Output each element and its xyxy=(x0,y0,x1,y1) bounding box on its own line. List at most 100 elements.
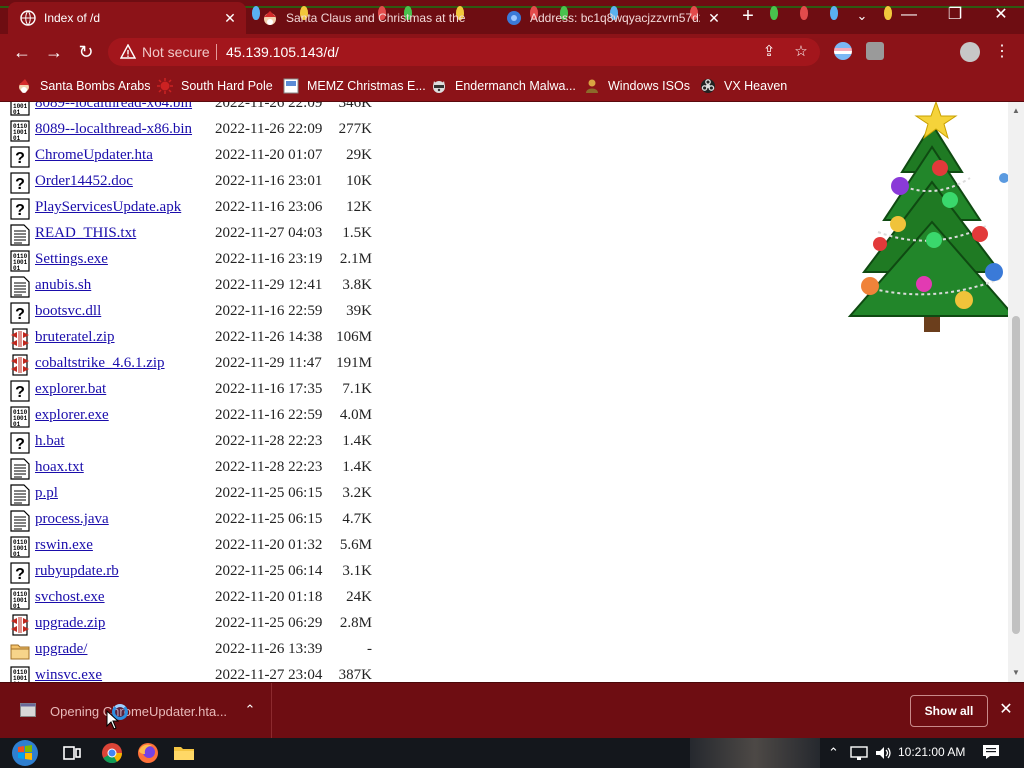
tray-chevron-icon[interactable]: ⌃ xyxy=(828,745,839,761)
file-link[interactable]: Settings.exe xyxy=(35,251,108,268)
file-link[interactable]: PlayServicesUpdate.apk xyxy=(35,199,181,216)
file-link[interactable]: hoax.txt xyxy=(35,459,84,476)
globe-icon xyxy=(20,10,36,26)
show-all-downloads-button[interactable]: Show all xyxy=(910,695,988,727)
share-icon[interactable]: ⇪ xyxy=(760,43,778,61)
security-label[interactable]: Not secure xyxy=(142,44,210,60)
file-link[interactable]: p.pl xyxy=(35,485,58,502)
file-link[interactable]: 8089--localthread-x64.bin xyxy=(35,102,192,112)
file-size: - xyxy=(367,641,372,657)
extension-s-icon[interactable] xyxy=(866,42,884,60)
minimize-button[interactable]: — xyxy=(886,0,932,30)
file-link[interactable]: 8089--localthread-x86.bin xyxy=(35,121,192,138)
file-date: 2022-11-29 12:41 xyxy=(215,277,323,293)
file-link[interactable]: cobaltstrike_4.6.1.zip xyxy=(35,355,165,372)
table-row: ? Order14452.doc 2022-11-16 23:01 10K xyxy=(0,169,400,195)
volume-icon[interactable] xyxy=(874,745,892,761)
file-link[interactable]: anubis.sh xyxy=(35,277,91,294)
task-view-icon[interactable] xyxy=(60,741,84,765)
notification-center-icon[interactable] xyxy=(982,744,1000,760)
close-window-button[interactable]: ✕ xyxy=(978,0,1024,30)
tab-search-button[interactable]: ⌄ xyxy=(852,6,872,26)
file-link[interactable]: Order14452.doc xyxy=(35,173,133,190)
scroll-down-icon[interactable]: ▼ xyxy=(1011,668,1021,677)
new-tab-button[interactable]: + xyxy=(738,5,758,27)
close-downloads-bar-button[interactable]: ✕ xyxy=(996,699,1016,721)
bookmark-vx-heaven[interactable]: VX Heaven xyxy=(700,76,787,96)
file-link[interactable]: svchost.exe xyxy=(35,589,105,606)
file-date: 2022-11-25 06:29 xyxy=(215,615,323,631)
bookmark-memz-christmas[interactable]: MEMZ Christmas E... xyxy=(283,76,426,96)
forward-button[interactable]: → xyxy=(42,40,66,64)
file-date: 2022-11-26 22:09 xyxy=(215,121,323,137)
file-size: 191M xyxy=(336,355,372,371)
bookmarks-bar: Santa Bombs Arabs South Hard Pole MEMZ C… xyxy=(0,70,1024,102)
table-row: 01 10 10 01 01 svchost.exe 2022-11-20 01:18 24K xyxy=(0,585,400,611)
tab-close-icon[interactable]: ✕ xyxy=(222,10,238,26)
bookmark-label: MEMZ Christmas E... xyxy=(307,79,426,93)
maximize-button[interactable]: ❐ xyxy=(932,0,978,30)
url-text[interactable]: 45.139.105.143/d/ xyxy=(226,44,339,60)
compressed-file-icon xyxy=(10,614,30,636)
windows-taskbar: ⌃ 10:21:00 AM xyxy=(0,738,1024,768)
svg-text:?: ? xyxy=(15,150,25,167)
bookmark-star-icon[interactable]: ☆ xyxy=(792,43,810,61)
profile-avatar[interactable] xyxy=(960,42,980,62)
file-link[interactable]: rubyupdate.rb xyxy=(35,563,119,580)
file-link[interactable]: upgrade/ xyxy=(35,641,87,658)
file-size: 1.4K xyxy=(342,433,372,449)
unknown-file-icon: ? xyxy=(10,172,30,194)
download-item-chromeupdater[interactable]: Opening ChromeUpdater.hta... ⌃ xyxy=(0,683,272,739)
tab-index-of-d[interactable]: Index of /d ✕ xyxy=(8,2,246,34)
tab-close-icon[interactable]: ✕ xyxy=(706,10,722,26)
bookmark-endermanch[interactable]: Endermanch Malwa... xyxy=(431,76,576,96)
file-link[interactable]: bruteratel.zip xyxy=(35,329,115,346)
file-link[interactable]: bootsvc.dll xyxy=(35,303,101,320)
table-row: p.pl 2022-11-25 06:15 3.2K xyxy=(0,481,400,507)
file-link[interactable]: explorer.exe xyxy=(35,407,109,424)
file-link[interactable]: ChromeUpdater.hta xyxy=(35,147,153,164)
table-row: ? ChromeUpdater.hta 2022-11-20 01:07 29K xyxy=(0,143,400,169)
file-link[interactable]: READ_THIS.txt xyxy=(35,225,136,242)
table-row: ? rubyupdate.rb 2022-11-25 06:14 3.1K xyxy=(0,559,400,585)
reload-button[interactable]: ↻ xyxy=(74,40,98,64)
vertical-scrollbar[interactable]: ▲ ▼ xyxy=(1008,102,1024,682)
unknown-file-icon: ? xyxy=(10,432,30,454)
file-size: 3.1K xyxy=(342,563,372,579)
start-button-icon[interactable] xyxy=(4,738,46,768)
bookmark-santa-bombs-arabs[interactable]: Santa Bombs Arabs xyxy=(16,76,150,96)
file-link[interactable]: process.java xyxy=(35,511,109,528)
chrome-icon[interactable] xyxy=(100,741,124,765)
firefox-icon[interactable] xyxy=(136,741,160,765)
file-link[interactable]: h.bat xyxy=(35,433,65,450)
svg-text:01: 01 xyxy=(20,545,28,552)
download-options-chevron-icon[interactable]: ⌃ xyxy=(242,701,258,719)
file-size: 10K xyxy=(346,173,372,189)
page-icon xyxy=(283,78,299,94)
bookmark-windows-isos[interactable]: Windows ISOs xyxy=(584,76,690,96)
file-date: 2022-11-16 22:59 xyxy=(215,407,323,423)
bookmark-south-hard-pole[interactable]: South Hard Pole xyxy=(157,76,273,96)
compressed-file-icon xyxy=(10,354,30,376)
scroll-up-icon[interactable]: ▲ xyxy=(1011,106,1021,115)
tab-address[interactable]: Address: bc1q8wqyacjzzvrn57d2 ✕ xyxy=(494,2,730,34)
network-icon[interactable] xyxy=(850,745,868,761)
chrome-menu-button[interactable]: ⋮ xyxy=(994,41,1010,63)
back-button[interactable]: ← xyxy=(10,40,34,64)
file-link[interactable]: upgrade.zip xyxy=(35,615,105,632)
svg-text:?: ? xyxy=(15,306,25,323)
file-link[interactable]: winsvc.exe xyxy=(35,667,102,682)
system-clock[interactable]: 10:21:00 AM xyxy=(898,745,965,759)
warning-icon[interactable] xyxy=(120,44,136,60)
file-link[interactable]: explorer.bat xyxy=(35,381,106,398)
svg-text:01: 01 xyxy=(13,551,21,558)
file-explorer-icon[interactable] xyxy=(172,741,196,765)
address-bar[interactable]: Not secure 45.139.105.143/d/ ⇪ ☆ xyxy=(108,38,820,66)
table-row: 01 10 10 01 01 explorer.exe 2022-11-16 22:59 4.… xyxy=(0,403,400,429)
file-link[interactable]: rswin.exe xyxy=(35,537,93,554)
file-date: 2022-11-25 06:15 xyxy=(215,485,323,501)
extension-flag-icon[interactable] xyxy=(834,42,852,60)
scrollbar-thumb[interactable] xyxy=(1012,316,1020,634)
svg-text:01: 01 xyxy=(20,259,28,266)
tab-santa-claus[interactable]: Santa Claus and Christmas at the xyxy=(250,2,490,34)
